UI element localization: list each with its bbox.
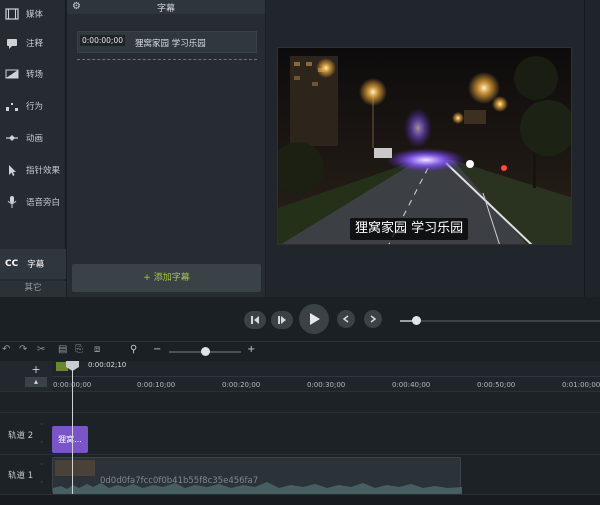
video-frame-image — [278, 48, 571, 244]
track-1-label[interactable]: 轨道 1 — [8, 469, 33, 481]
undo-icon[interactable]: ↶ — [2, 344, 10, 355]
ruler-tick-label: 0:00:10;00 — [137, 381, 176, 389]
caption-timestamp: 0:00:00;00 — [80, 35, 125, 46]
caption-clip[interactable]: 狸窝... — [52, 426, 88, 453]
sidebar-item-voice-narration[interactable]: 语音旁白 — [0, 188, 66, 216]
sidebar-item-label: 注释 — [26, 39, 44, 49]
playhead-line — [72, 365, 73, 495]
sidebar-item-label: 动画 — [26, 134, 44, 144]
media-icon — [5, 8, 19, 20]
sidebar-item-label: 转场 — [26, 70, 44, 80]
sidebar-item-label: 媒体 — [26, 10, 44, 20]
ruler-tick-label: 0:00:40;00 — [392, 381, 431, 389]
next-marker-button[interactable] — [364, 310, 382, 328]
track-2-label[interactable]: 轨道 2 — [8, 429, 33, 441]
zoom-slider-handle[interactable] — [201, 347, 210, 356]
panel-title: 字幕 — [156, 4, 175, 14]
captions-panel: ⚙ 字幕 0:00:00;00 狸窝家园 学习乐园 + 添加字幕 — [67, 0, 265, 297]
zoom-search-icon[interactable]: ⚲ — [130, 344, 137, 355]
behavior-icon — [6, 103, 18, 111]
chevron-right-icon — [370, 315, 377, 323]
add-track-button[interactable]: + — [25, 363, 47, 376]
ruler-tick-label: 0:01:00;00 — [562, 381, 600, 389]
eye-icon[interactable]: ◦ — [40, 479, 44, 486]
step-forward-button[interactable] — [271, 311, 293, 329]
ruler-tick-label: 0:00:20;00 — [222, 381, 261, 389]
track-2[interactable]: 轨道 2 ◦ ◦ — [0, 412, 600, 454]
sidebar-item-label: 语音旁白 — [26, 198, 61, 208]
microphone-icon — [7, 196, 17, 208]
step-back-button[interactable] — [244, 311, 266, 329]
animation-icon — [6, 135, 18, 141]
annotation-icon — [7, 39, 17, 49]
step-forward-icon — [278, 316, 286, 324]
ruler-baseline — [52, 376, 600, 377]
sidebar-item-label: 行为 — [26, 102, 44, 112]
sidebar-item-label: 指针效果 — [26, 166, 61, 176]
media-clip-name: 0d0d0fa7fcc0f0b41b55f8c35e456fa7 — [100, 476, 259, 486]
play-button[interactable] — [299, 304, 329, 334]
ruler-tick-label: 0:00:50;00 — [477, 381, 516, 389]
sidebar: 媒体 注释 转场 行为 动画 指针效果 语音旁白 CC 字幕 其它 — [0, 0, 66, 297]
sidebar-item-animation[interactable]: 动画 — [0, 124, 66, 152]
panel-header: ⚙ 字幕 — [67, 0, 265, 14]
timeline-scrollbar[interactable] — [0, 494, 600, 505]
copy-icon[interactable]: ▤ — [58, 344, 67, 355]
caption-divider — [77, 59, 257, 60]
lock-icon[interactable]: ◦ — [40, 461, 44, 468]
sidebar-item-transition[interactable]: 转场 — [0, 60, 66, 88]
cursor-effect-icon — [9, 165, 16, 176]
ruler-tick-label: 0:00:30;00 — [307, 381, 346, 389]
clip-thumbnail — [55, 460, 95, 476]
lock-icon[interactable]: ◦ — [40, 421, 44, 428]
split-icon[interactable]: ⧈ — [94, 344, 100, 355]
sidebar-item-captions[interactable]: CC 字幕 — [0, 249, 66, 279]
play-icon — [310, 313, 320, 325]
sidebar-item-behavior[interactable]: 行为 — [0, 92, 66, 120]
cc-icon: CC — [5, 259, 19, 269]
scrub-track[interactable] — [400, 320, 600, 322]
preview-area: 狸窝家园 学习乐园 — [266, 0, 584, 297]
cut-icon[interactable]: ✂ — [37, 344, 45, 355]
previous-marker-button[interactable] — [337, 310, 355, 328]
timeline-toolbar: ↶ ↷ ✂ ▤ ⎘ ⧈ ⚲ − + — [0, 341, 600, 361]
step-back-icon — [251, 316, 259, 324]
sidebar-item-annotation[interactable]: 注释 — [0, 29, 66, 57]
caption-text[interactable]: 狸窝家园 学习乐园 — [135, 37, 206, 49]
sidebar-item-cursor-effects[interactable]: 指针效果 — [0, 156, 66, 184]
playback-bar — [0, 297, 600, 341]
right-side-panel — [584, 0, 600, 297]
scrub-handle[interactable] — [412, 316, 421, 325]
chevron-left-icon — [342, 315, 349, 323]
quiz-track-row[interactable] — [0, 391, 600, 412]
playhead-time: 0:00:02;10 — [88, 361, 127, 369]
sidebar-item-label: 字幕 — [27, 260, 45, 270]
paste-icon[interactable]: ⎘ — [75, 344, 83, 355]
media-clip[interactable]: 0d0d0fa7fcc0f0b41b55f8c35e456fa7 — [52, 457, 462, 494]
sidebar-item-other[interactable]: 其它 — [0, 281, 66, 297]
zoom-out-icon[interactable]: − — [153, 344, 161, 355]
timeline-ruler[interactable]: 0:00:02;10 0:00:00;00 0:00:10;00 0:00:20… — [52, 361, 600, 391]
eye-icon[interactable]: ◦ — [40, 439, 44, 446]
redo-icon[interactable]: ↷ — [19, 344, 27, 355]
sidebar-item-media[interactable]: 媒体 — [0, 0, 66, 28]
caption-entry[interactable]: 0:00:00;00 狸窝家园 学习乐园 — [77, 31, 257, 53]
transition-icon — [5, 69, 19, 79]
collapse-tracks-button[interactable]: ▴ — [25, 377, 47, 387]
video-caption-overlay[interactable]: 狸窝家园 学习乐园 — [350, 218, 469, 240]
zoom-in-icon[interactable]: + — [247, 344, 255, 355]
add-caption-button[interactable]: + 添加字幕 — [72, 264, 261, 292]
video-canvas[interactable]: 狸窝家园 学习乐园 — [277, 47, 572, 245]
